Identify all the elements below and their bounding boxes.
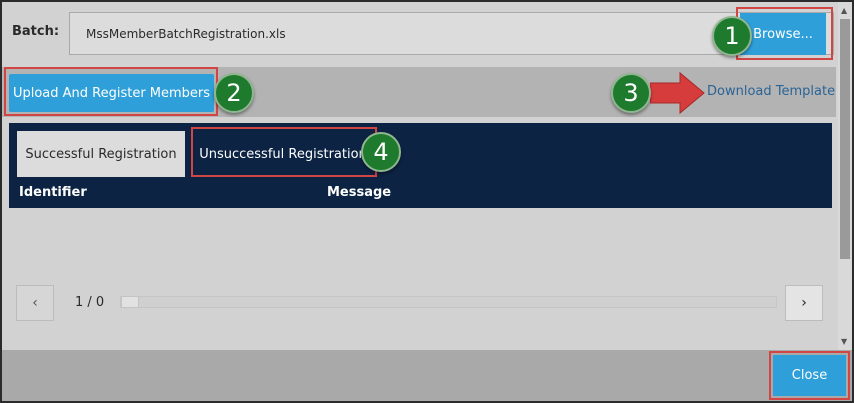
highlight-upload — [4, 67, 218, 116]
vertical-scrollbar[interactable]: ▲ ▼ — [838, 2, 852, 350]
callout-badge-1: 1 — [712, 16, 752, 56]
scrollbar-thumb[interactable] — [840, 19, 850, 259]
callout-badge-2: 2 — [214, 73, 254, 113]
highlight-close — [769, 351, 850, 400]
scroll-down-arrow-icon[interactable]: ▼ — [841, 337, 847, 346]
pager-prev-button[interactable]: ‹ — [16, 285, 54, 321]
pager-slider-thumb[interactable] — [121, 296, 139, 308]
registration-results-panel: Successful Registration Unsuccessful Reg… — [9, 123, 832, 208]
chevron-left-icon: ‹ — [32, 295, 38, 311]
callout-badge-3: 3 — [611, 73, 651, 113]
pager-slider[interactable] — [120, 296, 777, 308]
highlight-unsuccessful-tab — [191, 127, 377, 177]
pager-next-button[interactable]: › — [785, 285, 823, 321]
arrow-right-icon — [650, 71, 705, 115]
chevron-right-icon: › — [801, 295, 807, 311]
batch-registration-dialog: Batch: MssMemberBatchRegistration.xls Br… — [0, 0, 854, 403]
dialog-footer — [2, 350, 852, 401]
tab-successful-registration[interactable]: Successful Registration — [17, 131, 185, 177]
column-header-identifier: Identifier — [19, 185, 87, 200]
column-header-message: Message — [327, 185, 392, 200]
batch-label: Batch: — [12, 24, 60, 39]
download-template-link[interactable]: Download Template — [707, 84, 835, 99]
scroll-up-arrow-icon[interactable]: ▲ — [841, 6, 847, 15]
callout-badge-4: 4 — [361, 132, 401, 172]
batch-file-name: MssMemberBatchRegistration.xls — [86, 27, 286, 41]
pager-page-text: 1 / 0 — [75, 295, 105, 310]
